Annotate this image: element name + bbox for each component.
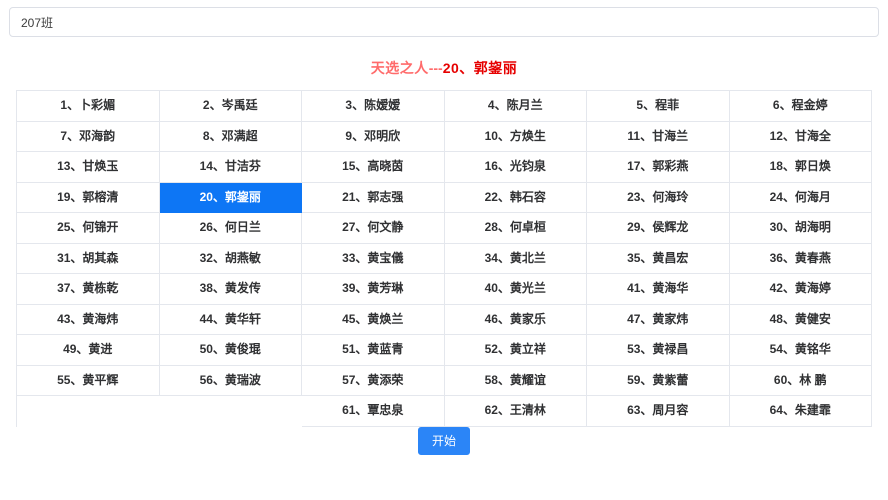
roster-cell[interactable]: 21、郭志强 [302,182,445,213]
roster-cell[interactable]: 49、黄进 [17,335,160,366]
roster-cell[interactable]: 62、王清林 [444,396,587,427]
roster-cell[interactable]: 33、黄宝儀 [302,243,445,274]
roster-cell[interactable]: 9、邓明欣 [302,121,445,152]
roster-cell[interactable]: 16、光钧泉 [444,152,587,183]
roster-cell[interactable]: 64、朱建霏 [729,396,872,427]
roster-cell[interactable]: 34、黄北兰 [444,243,587,274]
roster-cell[interactable]: 8、邓满超 [159,121,302,152]
headline-separator: --- [428,60,443,76]
roster-cell[interactable]: 1、卜彩媚 [17,91,160,122]
roster-cell[interactable]: 42、黄海婷 [729,274,872,305]
roster-cell[interactable]: 59、黄紫蕾 [587,365,730,396]
roster-cell[interactable]: 3、陈嫒嫒 [302,91,445,122]
start-button[interactable]: 开始 [417,427,470,455]
roster-cell[interactable]: 46、黄家乐 [444,304,587,335]
start-button-row: 开始 [0,427,888,455]
roster-cell[interactable]: 40、黄光兰 [444,274,587,305]
roster-cell[interactable]: 52、黄立祥 [444,335,587,366]
class-input-wrapper [9,7,879,37]
roster-cell[interactable]: 14、甘洁芬 [159,152,302,183]
roster-cell-selected[interactable]: 20、郭鋆丽 [159,182,302,213]
roster-cell[interactable]: 63、周月容 [587,396,730,427]
roster-cell[interactable]: 47、黄家炜 [587,304,730,335]
roster-cell[interactable]: 58、黄耀谊 [444,365,587,396]
roster-cell[interactable]: 38、黄发传 [159,274,302,305]
roster-cell[interactable]: 24、何海月 [729,182,872,213]
roster-cell[interactable]: 48、黄健安 [729,304,872,335]
roster-cell[interactable]: 7、邓海韵 [17,121,160,152]
roster-cell[interactable]: 18、郭日焕 [729,152,872,183]
roster-cell[interactable]: 19、郭榕清 [17,182,160,213]
roster-cell[interactable]: 57、黄添荣 [302,365,445,396]
roster-cell[interactable]: 54、黄铭华 [729,335,872,366]
roster-cell[interactable]: 12、甘海全 [729,121,872,152]
roster-cell[interactable]: 39、黄芳琳 [302,274,445,305]
roster-cell[interactable]: 29、侯辉龙 [587,213,730,244]
roster-grid-wrapper: 1、卜彩媚 2、岑禹廷 3、陈嫒嫒 4、陈月兰 5、程菲 6、程金婷 7、邓海韵 8、邓满超 9… [16,90,872,427]
roster-cell[interactable]: 37、黄栋乾 [17,274,160,305]
roster-cell[interactable]: 31、胡其森 [17,243,160,274]
roster-cell[interactable]: 11、甘海兰 [587,121,730,152]
roster-cell[interactable]: 44、黄华轩 [159,304,302,335]
roster-cell[interactable]: 10、方焕生 [444,121,587,152]
roster-cell[interactable]: 2、岑禹廷 [159,91,302,122]
roster-cell[interactable]: 45、黄焕兰 [302,304,445,335]
roster-cell[interactable]: 30、胡海明 [729,213,872,244]
roster-cell[interactable]: 15、高晓茵 [302,152,445,183]
roster-cell[interactable]: 32、胡燕敏 [159,243,302,274]
roster-cell[interactable]: 17、郭彩燕 [587,152,730,183]
roster-cell[interactable]: 35、黄昌宏 [587,243,730,274]
roster-cell[interactable]: 22、韩石容 [444,182,587,213]
roster-cell-empty [17,396,160,427]
roster-cell[interactable]: 5、程菲 [587,91,730,122]
roster-cell[interactable]: 13、甘焕玉 [17,152,160,183]
roster-cell[interactable]: 4、陈月兰 [444,91,587,122]
roster-cell[interactable]: 56、黄瑞波 [159,365,302,396]
class-name-input[interactable] [9,7,879,37]
roster-cell[interactable]: 61、覃忠泉 [302,396,445,427]
roster-cell[interactable]: 27、何文静 [302,213,445,244]
roster-cell[interactable]: 53、黄禄昌 [587,335,730,366]
roster-cell[interactable]: 28、何卓桓 [444,213,587,244]
chosen-one-label: 天选之人 [370,60,429,76]
chosen-one-name: 20、郭鋆丽 [442,60,518,76]
roster-cell[interactable]: 26、何日兰 [159,213,302,244]
roster-cell[interactable]: 51、黄蓝青 [302,335,445,366]
chosen-one-headline: 天选之人---20、郭鋆丽 [0,58,888,78]
roster-grid: 1、卜彩媚 2、岑禹廷 3、陈嫒嫒 4、陈月兰 5、程菲 6、程金婷 7、邓海韵 8、邓满超 9… [16,90,872,427]
roster-cell[interactable]: 6、程金婷 [729,91,872,122]
roster-cell[interactable]: 43、黄海炜 [17,304,160,335]
random-picker-page: 天选之人---20、郭鋆丽 1、卜彩媚2、岑禹廷3、陈嫒嫒4、陈月兰5、程菲6、… [0,0,888,500]
roster-cell[interactable]: 25、何锦开 [17,213,160,244]
roster-cell[interactable]: 41、黄海华 [587,274,730,305]
roster-cell[interactable]: 60、林 鹏 [729,365,872,396]
roster-cell[interactable]: 50、黄俊琨 [159,335,302,366]
roster-cell-empty [160,396,303,427]
roster-cell[interactable]: 55、黄平辉 [17,365,160,396]
roster-cell[interactable]: 36、黄春燕 [729,243,872,274]
roster-cell[interactable]: 23、何海玲 [587,182,730,213]
